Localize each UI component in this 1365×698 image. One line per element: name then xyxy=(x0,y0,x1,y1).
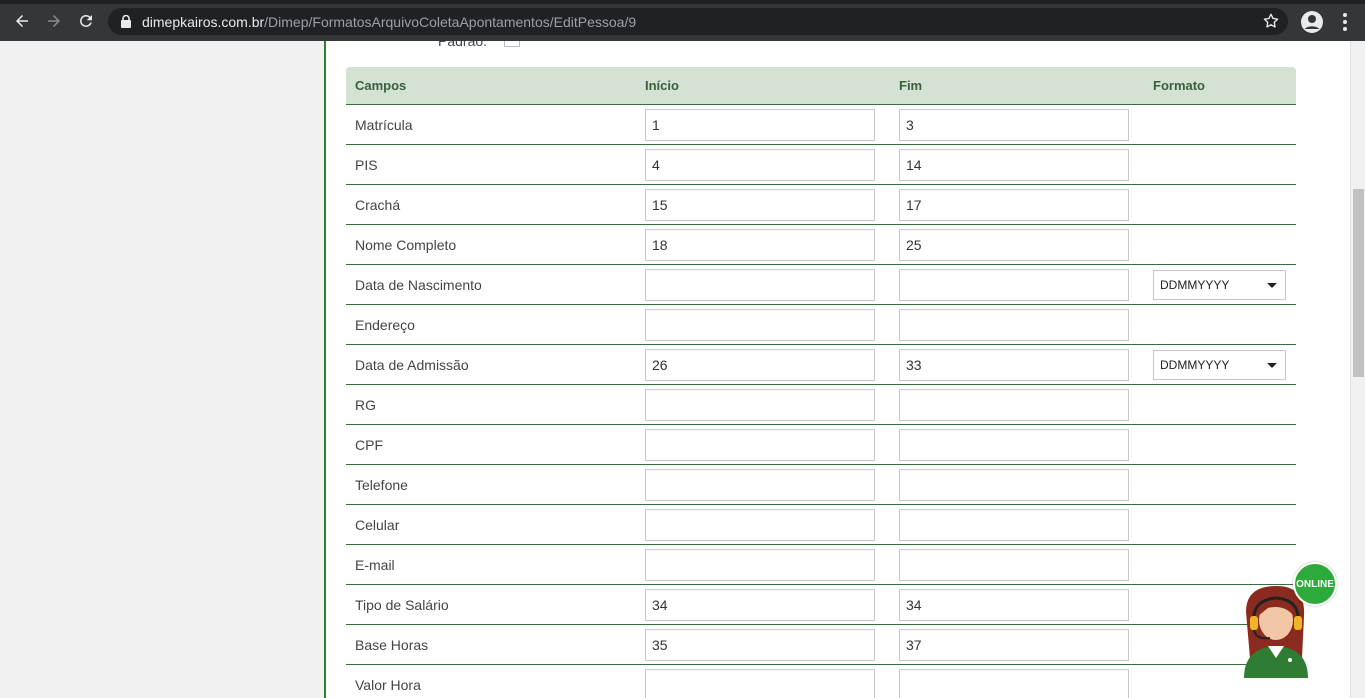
field-label: Celular xyxy=(355,517,400,533)
end-position-input[interactable]: 33 xyxy=(899,349,1129,381)
url-host: dimepkairos.com.br xyxy=(142,14,265,30)
table-row: Valor Hora xyxy=(346,665,1296,698)
end-position-input[interactable] xyxy=(899,269,1129,301)
table-row: Telefone xyxy=(346,465,1296,505)
padrao-checkbox[interactable] xyxy=(504,41,520,47)
table-row: Celular xyxy=(346,505,1296,545)
field-label: Tipo de Salário xyxy=(355,597,449,613)
table-row: Data de Admissão 26 33 DDMMYYYY xyxy=(346,345,1296,385)
start-position-input[interactable] xyxy=(645,669,875,698)
url-path: /Dimep/FormatosArquivoColetaApontamentos… xyxy=(264,14,637,30)
date-format-select[interactable]: DDMMYYYY xyxy=(1153,350,1286,380)
field-label: Crachá xyxy=(355,197,401,213)
start-position-input[interactable] xyxy=(645,549,875,581)
end-position-input[interactable] xyxy=(899,509,1129,541)
start-position-input[interactable]: 4 xyxy=(645,149,875,181)
end-position-input[interactable]: 17 xyxy=(899,189,1129,221)
table-row: E-mail xyxy=(346,545,1296,585)
table-row: Data de Nascimento DDMMYYYY xyxy=(346,265,1296,305)
start-position-input[interactable] xyxy=(645,309,875,341)
online-support-widget[interactable]: ONLINE xyxy=(1238,562,1338,682)
start-position-input[interactable]: 1 xyxy=(645,109,875,141)
table-row: Nome Completo 18 25 xyxy=(346,225,1296,265)
date-format-value: DDMMYYYY xyxy=(1160,278,1230,292)
table-row: Endereço xyxy=(346,305,1296,345)
online-badge[interactable]: ONLINE xyxy=(1293,562,1337,606)
field-label: Endereço xyxy=(355,317,415,333)
start-position-input[interactable] xyxy=(645,389,875,421)
page-viewport: Padrão: Campos Início Fim Formato Matríc… xyxy=(0,41,1350,698)
end-position-input[interactable] xyxy=(899,469,1129,501)
end-position-input[interactable] xyxy=(899,549,1129,581)
field-label: Base Horas xyxy=(355,637,429,653)
table-header: Campos Início Fim Formato xyxy=(346,67,1296,105)
kebab-menu-icon[interactable] xyxy=(1335,10,1355,34)
table-row: Crachá 15 17 xyxy=(346,185,1296,225)
start-position-input[interactable]: 18 xyxy=(645,229,875,261)
start-position-input[interactable]: 26 xyxy=(645,349,875,381)
vertical-scrollbar[interactable] xyxy=(1350,41,1365,698)
profile-avatar-icon[interactable] xyxy=(1300,10,1324,34)
table-row: PIS 4 14 xyxy=(346,145,1296,185)
field-label: Matrícula xyxy=(355,117,413,133)
tab-strip xyxy=(0,0,1365,4)
start-position-input[interactable]: 34 xyxy=(645,589,875,621)
start-position-input[interactable]: 15 xyxy=(645,189,875,221)
header-inicio: Início xyxy=(645,78,679,93)
start-position-input[interactable]: 35 xyxy=(645,629,875,661)
header-fim: Fim xyxy=(899,78,923,93)
field-label: CPF xyxy=(355,437,383,453)
header-campos: Campos xyxy=(355,78,407,93)
field-label: PIS xyxy=(355,157,378,173)
header-formato: Formato xyxy=(1153,78,1205,93)
date-format-value: DDMMYYYY xyxy=(1160,358,1230,372)
start-position-input[interactable] xyxy=(645,469,875,501)
end-position-input[interactable]: 3 xyxy=(899,109,1129,141)
table-body: Matrícula 1 3 PIS 4 14 Crachá 15 17 Nome Completo… xyxy=(346,105,1296,698)
field-label: RG xyxy=(355,397,376,413)
table-row: CPF xyxy=(346,425,1296,465)
scrollbar-thumb[interactable] xyxy=(1353,189,1364,377)
table-row: Matrícula 1 3 xyxy=(346,105,1296,145)
start-position-input[interactable] xyxy=(645,269,875,301)
campos-table: Campos Início Fim Formato Matrícula 1 3 PIS… xyxy=(346,67,1296,698)
forward-icon[interactable] xyxy=(42,9,66,33)
url-text: dimepkairos.com.br/Dimep/FormatosArquivo… xyxy=(142,14,636,30)
table-row: Base Horas 35 37 xyxy=(346,625,1296,665)
reload-icon[interactable] xyxy=(74,9,98,33)
start-position-input[interactable] xyxy=(645,509,875,541)
field-label: Data de Nascimento xyxy=(355,277,482,293)
field-label: Telefone xyxy=(355,477,408,493)
end-position-input[interactable]: 34 xyxy=(899,589,1129,621)
padrao-label: Padrão: xyxy=(438,41,488,49)
end-position-input[interactable] xyxy=(899,389,1129,421)
end-position-input[interactable] xyxy=(899,429,1129,461)
back-icon[interactable] xyxy=(10,9,34,33)
start-position-input[interactable] xyxy=(645,429,875,461)
end-position-input[interactable] xyxy=(899,309,1129,341)
address-bar[interactable]: dimepkairos.com.br/Dimep/FormatosArquivo… xyxy=(108,8,1288,35)
browser-toolbar: dimepkairos.com.br/Dimep/FormatosArquivo… xyxy=(0,0,1365,41)
field-label: Nome Completo xyxy=(355,237,457,253)
bookmark-star-icon[interactable] xyxy=(1262,12,1280,30)
lock-icon xyxy=(121,15,131,28)
main-panel: Padrão: Campos Início Fim Formato Matríc… xyxy=(324,41,1350,698)
end-position-input[interactable] xyxy=(899,669,1129,698)
table-row: Tipo de Salário 34 34 xyxy=(346,585,1296,625)
table-row: RG xyxy=(346,385,1296,425)
field-label: Data de Admissão xyxy=(355,357,469,373)
field-label: Valor Hora xyxy=(355,677,421,693)
chevron-down-icon xyxy=(1267,363,1277,368)
end-position-input[interactable]: 14 xyxy=(899,149,1129,181)
chevron-down-icon xyxy=(1267,283,1277,288)
end-position-input[interactable]: 25 xyxy=(899,229,1129,261)
date-format-select[interactable]: DDMMYYYY xyxy=(1153,270,1286,300)
field-label: E-mail xyxy=(355,557,395,573)
end-position-input[interactable]: 37 xyxy=(899,629,1129,661)
